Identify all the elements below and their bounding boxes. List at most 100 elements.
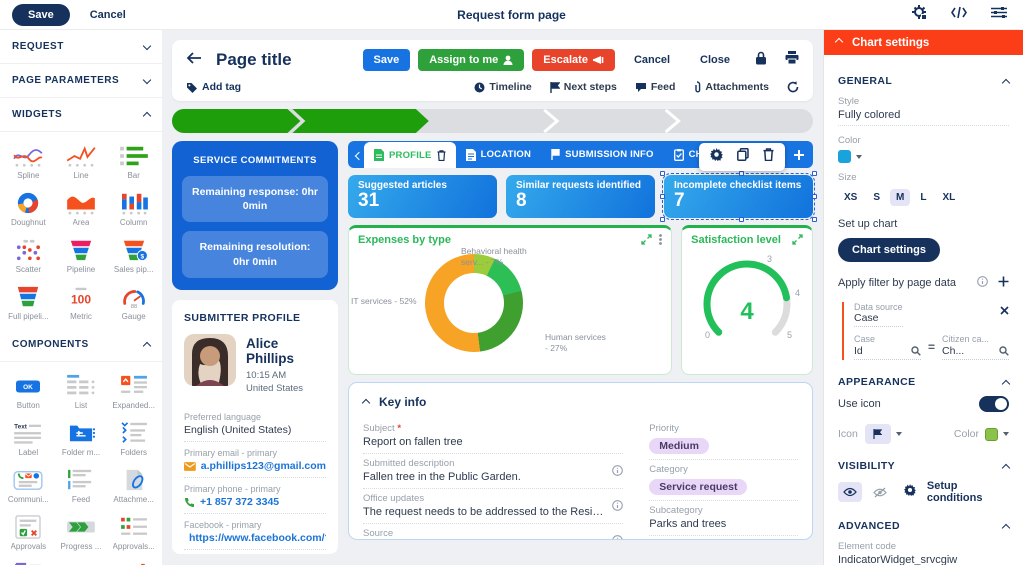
stage-done-2[interactable]: [292, 109, 428, 133]
use-icon-toggle[interactable]: [979, 396, 1009, 412]
info-icon[interactable]: [612, 498, 623, 516]
component-feed[interactable]: Feed: [55, 462, 108, 509]
setup-conditions-link[interactable]: Setup conditions: [927, 480, 1009, 504]
field-neighborhood[interactable]: Neighborhood Downtown: [649, 536, 798, 540]
tab-settings-gear-icon[interactable]: [710, 148, 723, 166]
resize-handle[interactable]: [812, 171, 817, 176]
timeline-link[interactable]: Timeline: [474, 81, 531, 93]
indicator-similar-requests[interactable]: Similar requests identified 8: [506, 175, 655, 218]
remove-filter-icon[interactable]: [1000, 302, 1009, 320]
tab-profile[interactable]: PROFILE: [364, 142, 456, 168]
size-l[interactable]: L: [914, 189, 932, 206]
tab-copy-icon[interactable]: [737, 148, 749, 166]
kebab-menu-icon[interactable]: [659, 234, 662, 245]
expand-icon[interactable]: [792, 234, 803, 245]
field-subcategory[interactable]: Subcategory Parks and trees: [649, 501, 798, 536]
appearance-section-header[interactable]: APPEARANCE: [838, 376, 1009, 388]
field-subject[interactable]: Subject * Report on fallen tree: [363, 419, 623, 454]
general-section-header[interactable]: GENERAL: [838, 75, 1009, 87]
component-partial-flag[interactable]: [2, 556, 55, 565]
satisfaction-chart-card[interactable]: Satisfaction level 0: [681, 225, 813, 375]
resize-handle[interactable]: [660, 217, 665, 222]
component-button[interactable]: OK Button: [2, 368, 55, 415]
stage-done-1[interactable]: [172, 109, 300, 133]
facebook-value[interactable]: https://www.facebook.com/?id...: [184, 532, 326, 544]
stage-progress-bar[interactable]: [172, 109, 813, 133]
flag-icon[interactable]: [865, 424, 891, 444]
indicator-suggested-articles[interactable]: Suggested articles 31: [348, 175, 497, 218]
lock-icon[interactable]: [755, 51, 767, 70]
assign-to-me-button[interactable]: Assign to me: [418, 49, 524, 71]
search-icon[interactable]: [911, 346, 921, 356]
component-label[interactable]: Text Label: [2, 415, 55, 462]
component-folders[interactable]: Folders: [107, 415, 160, 462]
sidebar-section-widgets[interactable]: WIDGETS: [0, 98, 162, 132]
search-icon[interactable]: [999, 346, 1009, 356]
component-progress-bar[interactable]: Progress ...: [55, 509, 108, 556]
field-source[interactable]: Source Chat: [363, 524, 623, 540]
preferred-language-value[interactable]: English (United States): [184, 424, 326, 436]
sidebar-section-page-parameters[interactable]: PAGE PARAMETERS: [0, 64, 162, 98]
record-save-button[interactable]: Save: [363, 49, 411, 71]
collapse-section-icon[interactable]: [362, 399, 370, 407]
settings-list-icon[interactable]: [991, 6, 1007, 24]
resize-handle[interactable]: [812, 194, 817, 199]
add-tag-button[interactable]: Add tag: [186, 81, 241, 93]
conditions-gear-icon[interactable]: [904, 483, 916, 501]
resize-handle[interactable]: [812, 217, 817, 222]
widget-gauge[interactable]: 88 Gauge: [107, 279, 160, 326]
primary-phone-value[interactable]: +1 857 372 3345: [184, 496, 326, 508]
tabs-scroll-left-icon[interactable]: [356, 146, 362, 164]
field-submitted-description[interactable]: Submitted description Fallen tree in the…: [363, 454, 623, 489]
chevron-down-icon[interactable]: [1003, 432, 1009, 436]
info-icon[interactable]: [612, 463, 623, 481]
component-approvals-list[interactable]: Approvals...: [107, 509, 160, 556]
widget-doughnut[interactable]: Doughnut: [2, 185, 55, 232]
widget-full-pipeline[interactable]: Full pipeli...: [2, 279, 55, 326]
icon-color-swatch[interactable]: [985, 428, 998, 441]
cancel-page-button[interactable]: Cancel: [90, 9, 126, 21]
printer-icon[interactable]: [785, 51, 799, 69]
component-partial-ring[interactable]: [55, 556, 108, 565]
field-office-updates[interactable]: Office updates The request needs to be a…: [363, 489, 623, 524]
add-tab-icon[interactable]: [793, 148, 805, 166]
feed-link[interactable]: Feed: [635, 81, 676, 93]
info-icon[interactable]: [612, 533, 623, 540]
expenses-donut[interactable]: [425, 254, 523, 352]
component-approvals[interactable]: Approvals: [2, 509, 55, 556]
save-page-button[interactable]: Save: [12, 4, 70, 26]
color-swatch[interactable]: [838, 150, 851, 163]
add-filter-icon[interactable]: [998, 274, 1009, 292]
hidden-eye-icon[interactable]: [868, 482, 892, 502]
sidebar-section-components[interactable]: COMPONENTS: [0, 328, 162, 362]
expenses-chart-card[interactable]: Expenses by type Behavioral health serv.…: [348, 225, 672, 375]
style-value[interactable]: Fully colored: [838, 107, 1009, 126]
expand-icon[interactable]: [641, 234, 652, 245]
tab-submission-info[interactable]: SUBMISSION INFO: [541, 141, 664, 168]
widget-bar[interactable]: Bar: [107, 138, 160, 185]
back-arrow-icon[interactable]: [186, 51, 202, 69]
visible-eye-icon[interactable]: [838, 482, 862, 502]
advanced-section-header[interactable]: ADVANCED: [838, 520, 1009, 532]
widget-metric[interactable]: 100 Metric: [55, 279, 108, 326]
indicator-incomplete-checklist[interactable]: Incomplete checklist items 7: [664, 175, 813, 218]
chart-settings-header[interactable]: Chart settings: [824, 30, 1023, 55]
filter-left-field[interactable]: Case Id: [854, 334, 921, 360]
chevron-down-icon[interactable]: [896, 432, 902, 436]
tab-location[interactable]: LOCATION: [456, 141, 542, 168]
collapse-panel-icon[interactable]: [835, 37, 843, 45]
delete-tab-icon[interactable]: [437, 150, 446, 161]
process-icon[interactable]: [912, 5, 927, 25]
size-s[interactable]: S: [867, 189, 886, 206]
field-priority[interactable]: Priority Medium: [649, 419, 798, 460]
size-xl[interactable]: XL: [936, 189, 961, 206]
resize-handle[interactable]: [739, 171, 744, 176]
filter-info-icon[interactable]: [977, 274, 988, 292]
chart-settings-button[interactable]: Chart settings: [838, 238, 940, 262]
widget-line[interactable]: Line: [55, 138, 108, 185]
tab-delete-icon[interactable]: [763, 148, 774, 166]
widget-area[interactable]: Area: [55, 185, 108, 232]
resize-handle[interactable]: [739, 217, 744, 222]
component-list[interactable]: List: [55, 368, 108, 415]
record-close-button[interactable]: Close: [689, 49, 741, 71]
